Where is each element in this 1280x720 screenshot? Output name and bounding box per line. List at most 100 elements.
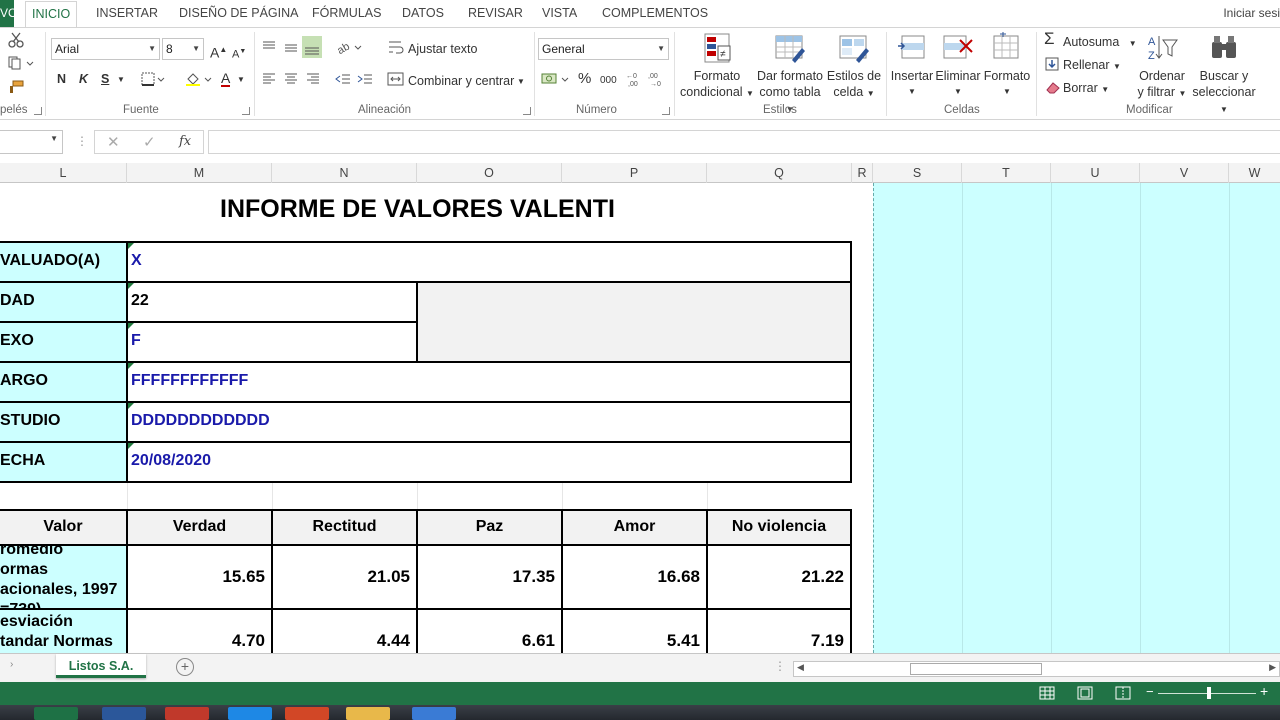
- field-value-edad[interactable]: 22: [126, 281, 418, 323]
- zoom-out-icon[interactable]: −: [1146, 684, 1154, 699]
- font-size-select[interactable]: 8 ▼: [162, 38, 204, 60]
- cell-styles-button[interactable]: Estilos de celda ▼: [826, 32, 882, 102]
- clear-button[interactable]: Borrar ▼: [1063, 80, 1109, 98]
- font-dialog-launcher-icon[interactable]: [242, 107, 250, 115]
- table-header-rectitud[interactable]: Rectitud: [271, 509, 418, 546]
- table-cell-verdad[interactable]: 15.65: [126, 544, 273, 610]
- alignment-dialog-launcher-icon[interactable]: [523, 107, 531, 115]
- chevron-down-icon[interactable]: ▼: [117, 72, 125, 88]
- add-sheet-icon[interactable]: +: [176, 658, 194, 676]
- cut-icon[interactable]: [8, 32, 24, 48]
- formula-input[interactable]: [208, 130, 1280, 154]
- table-cell-verdad[interactable]: 4.70: [126, 608, 273, 653]
- field-value-evaluado[interactable]: X: [126, 241, 852, 283]
- table-header-valor[interactable]: Valor: [0, 509, 128, 546]
- column-header-u[interactable]: U: [1051, 163, 1140, 183]
- sheet-tab-listos[interactable]: Listos S.A.: [56, 654, 146, 678]
- scrollbar-thumb[interactable]: [910, 663, 1042, 675]
- tab-archivo[interactable]: VO: [0, 0, 14, 27]
- align-middle-icon[interactable]: [283, 40, 299, 54]
- scroll-tabs-right-icon[interactable]: ›: [10, 659, 13, 670]
- sigma-icon[interactable]: Σ: [1044, 30, 1055, 47]
- orientation-icon[interactable]: ab: [337, 40, 363, 54]
- bold-button[interactable]: N: [57, 71, 66, 87]
- column-header-l[interactable]: L: [0, 163, 127, 183]
- format-cells-button[interactable]: Formato ▼: [982, 32, 1032, 100]
- table-header-amor[interactable]: Amor: [561, 509, 708, 546]
- chevron-down-icon[interactable]: ▼: [517, 74, 525, 90]
- align-bottom-icon[interactable]: [302, 36, 322, 58]
- number-format-select[interactable]: General ▼: [538, 38, 669, 60]
- sign-in-link[interactable]: Iniciar sesi: [1223, 0, 1280, 27]
- explorer-taskbar-icon[interactable]: [346, 707, 390, 720]
- wrap-text-icon[interactable]: [387, 39, 405, 55]
- insert-function-icon[interactable]: fx: [179, 134, 191, 149]
- table-cell-paz[interactable]: 6.61: [416, 608, 563, 653]
- increase-decimal-icon[interactable]: ←0,00: [626, 70, 644, 88]
- align-left-icon[interactable]: [261, 72, 277, 86]
- tab-revisar[interactable]: REVISAR: [468, 0, 523, 27]
- table-row-label[interactable]: esviación tandar Normas: [0, 608, 128, 653]
- app-taskbar-icon[interactable]: [228, 707, 272, 720]
- fill-down-icon[interactable]: [1045, 57, 1059, 71]
- copy-icon[interactable]: [8, 56, 34, 70]
- table-cell-no-violencia[interactable]: 21.22: [706, 544, 852, 610]
- field-value-estudio[interactable]: DDDDDDDDDDDD: [126, 401, 852, 443]
- conditional-format-button[interactable]: ≠ Formato condicional ▼: [680, 32, 754, 102]
- tab-formulas[interactable]: FÓRMULAS: [312, 0, 381, 27]
- scroll-right-icon[interactable]: ▶: [1269, 662, 1276, 673]
- normal-view-icon[interactable]: [1039, 686, 1055, 700]
- table-cell-rectitud[interactable]: 4.44: [271, 608, 418, 653]
- page-layout-icon[interactable]: [1077, 686, 1093, 700]
- thousands-separator-button[interactable]: 000: [600, 73, 617, 89]
- align-center-icon[interactable]: [283, 72, 299, 86]
- borders-icon[interactable]: [141, 72, 165, 86]
- splitter-grip-icon[interactable]: ⋮: [774, 659, 786, 673]
- align-top-icon[interactable]: [261, 40, 277, 54]
- sort-filter-button[interactable]: AZ Ordenar y filtrar ▼: [1136, 32, 1188, 102]
- wrap-text-button[interactable]: Ajustar texto: [408, 41, 477, 57]
- table-row-label[interactable]: romedio ormas acionales, 1997 =739): [0, 544, 128, 610]
- column-header-q[interactable]: Q: [707, 163, 852, 183]
- underline-button[interactable]: S: [101, 71, 109, 87]
- worksheet-grid[interactable]: INFORME DE VALORES VALENTI VALUADO(A) X …: [0, 183, 1280, 653]
- table-cell-paz[interactable]: 17.35: [416, 544, 563, 610]
- accounting-format-icon[interactable]: [541, 71, 571, 87]
- merge-center-icon[interactable]: [387, 71, 405, 87]
- column-header-p[interactable]: P: [562, 163, 707, 183]
- column-header-r[interactable]: R: [852, 163, 873, 183]
- field-label-fecha[interactable]: ECHA: [0, 441, 128, 483]
- column-header-w[interactable]: W: [1229, 163, 1280, 183]
- powerpoint-taskbar-icon[interactable]: [285, 707, 329, 720]
- delete-cells-button[interactable]: Eliminar ▼: [935, 32, 981, 100]
- column-header-o[interactable]: O: [417, 163, 562, 183]
- merged-empty-cell[interactable]: [416, 281, 852, 363]
- tab-vista[interactable]: VISTA: [542, 0, 577, 27]
- tab-datos[interactable]: DATOS: [402, 0, 444, 27]
- field-label-edad[interactable]: DAD: [0, 281, 128, 323]
- excel-taskbar-icon[interactable]: [34, 707, 78, 720]
- field-label-sexo[interactable]: EXO: [0, 321, 128, 363]
- word-taskbar-icon[interactable]: [102, 707, 146, 720]
- table-cell-no-violencia[interactable]: 7.19: [706, 608, 852, 653]
- merge-center-button[interactable]: Combinar y centrar: [408, 73, 514, 89]
- column-header-v[interactable]: V: [1140, 163, 1229, 183]
- chrome-taskbar-icon[interactable]: [165, 707, 209, 720]
- chevron-down-icon[interactable]: ▼: [237, 72, 245, 88]
- increase-indent-icon[interactable]: [357, 72, 373, 86]
- grow-font-icon[interactable]: A▲: [210, 42, 227, 61]
- fill-button[interactable]: Rellenar ▼: [1063, 57, 1121, 75]
- align-right-icon[interactable]: [305, 72, 321, 86]
- clipboard-dialog-launcher-icon[interactable]: [34, 107, 42, 115]
- column-header-n[interactable]: N: [272, 163, 417, 183]
- find-select-button[interactable]: Buscar y seleccionar ▼: [1188, 32, 1260, 118]
- cancel-icon[interactable]: ✕: [107, 133, 120, 151]
- decrease-indent-icon[interactable]: [335, 72, 351, 86]
- ie-taskbar-icon[interactable]: [412, 707, 456, 720]
- font-name-select[interactable]: Arial ▼: [51, 38, 160, 60]
- fill-color-icon[interactable]: [185, 72, 213, 86]
- enter-icon[interactable]: ✓: [143, 133, 156, 151]
- table-header-paz[interactable]: Paz: [416, 509, 563, 546]
- tab-insertar[interactable]: INSERTAR: [96, 0, 158, 27]
- field-value-cargo[interactable]: FFFFFFFFFFFF: [126, 361, 852, 403]
